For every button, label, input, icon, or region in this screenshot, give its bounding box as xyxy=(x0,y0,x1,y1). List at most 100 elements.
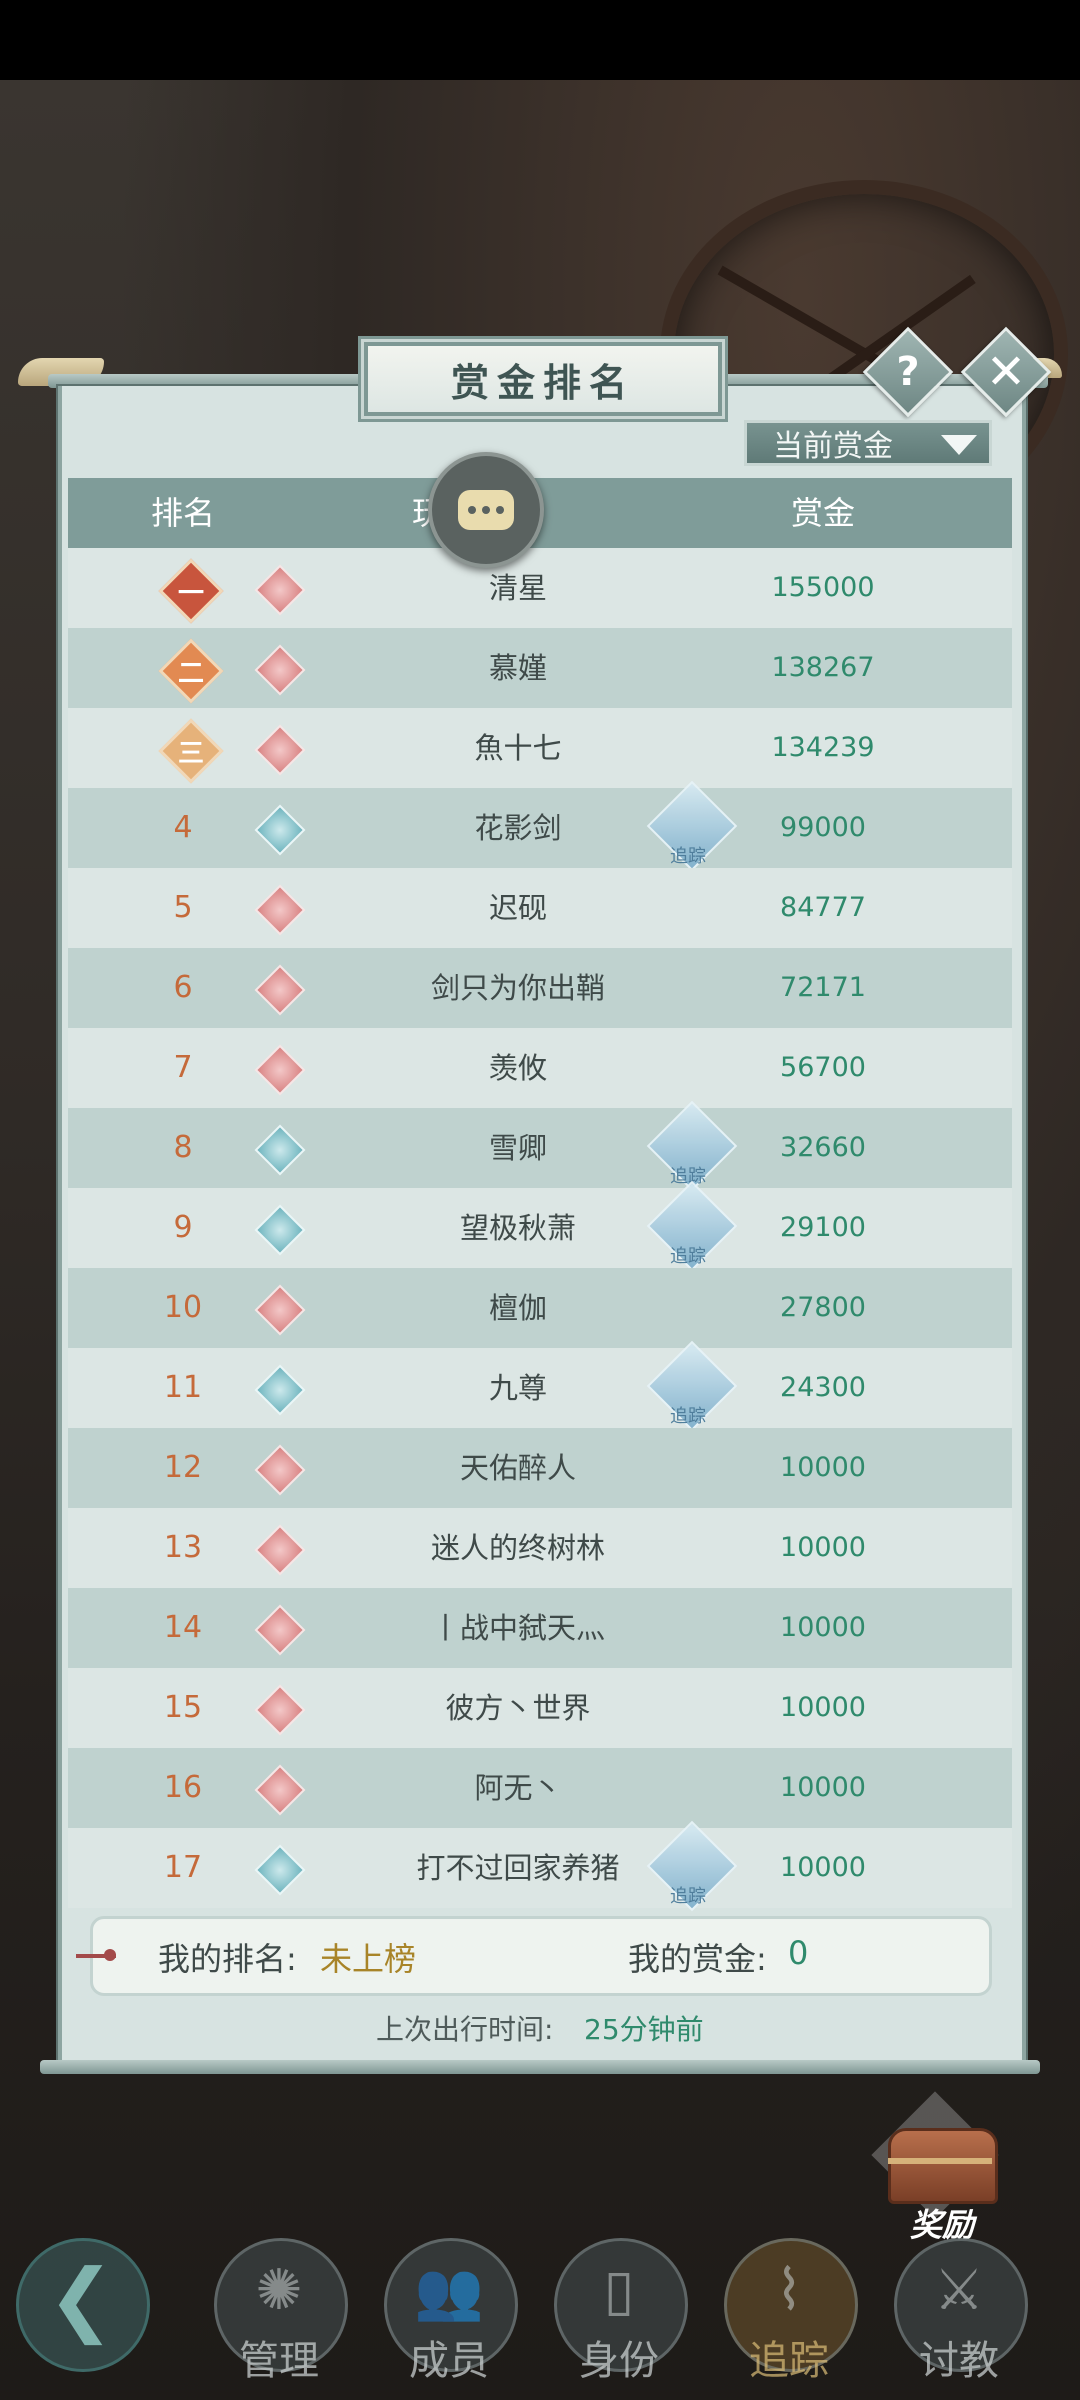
bounty-value: 27800 xyxy=(780,1292,866,1323)
bounty-value: 134239 xyxy=(771,732,875,763)
nav-teach-label: 讨教 xyxy=(919,2338,999,2384)
player-name: 魚十七 xyxy=(474,731,562,765)
my-rank-label: 我的排名: xyxy=(158,1940,297,1978)
nav-teach[interactable]: ⚔ 讨教 xyxy=(894,2230,1028,2400)
page-title: 赏金排名 xyxy=(450,359,635,405)
table-row[interactable]: 16 阿无丶 10000 xyxy=(68,1748,1012,1828)
bounty-value: 10000 xyxy=(780,1452,866,1483)
sort-dropdown[interactable]: 当前赏金 xyxy=(744,420,992,466)
chat-button[interactable] xyxy=(428,452,544,568)
my-bounty-label: 我的赏金: xyxy=(628,1940,767,1978)
back-arrow-icon: ❮ xyxy=(47,2252,115,2345)
rank-number: 15 xyxy=(163,1690,203,1725)
reward-button[interactable]: 奖励 xyxy=(871,2091,1000,2244)
faction-icon xyxy=(254,1444,306,1496)
rank-number: 14 xyxy=(163,1610,203,1645)
bounty-value: 99000 xyxy=(780,812,866,843)
back-button[interactable]: ❮ xyxy=(16,2230,150,2400)
table-row[interactable]: 一 清星 155000 xyxy=(68,548,1012,628)
table-row[interactable]: 15 彼方丶世界 10000 xyxy=(68,1668,1012,1748)
my-bounty-value: 0 xyxy=(788,1934,809,1972)
bounty-value: 29100 xyxy=(780,1212,866,1243)
bounty-value: 84777 xyxy=(780,892,866,923)
nav-members-label: 成员 xyxy=(409,2338,489,2384)
header-rank: 排名 xyxy=(150,494,215,532)
nav-identity[interactable]: ▯ 身份 xyxy=(554,2230,688,2400)
identity-card-icon: ▯ xyxy=(603,2258,635,2323)
chest-band xyxy=(888,2158,992,2164)
table-row[interactable]: 17 打不过回家养猪 追踪 10000 xyxy=(68,1820,1012,1912)
table-row[interactable]: 7 羡攸 56700 xyxy=(68,1028,1012,1108)
scroll-rod-bottom xyxy=(40,2060,1040,2074)
player-name: 天佑醉人 xyxy=(459,1451,576,1485)
rank-number: 16 xyxy=(163,1770,203,1805)
rank-number: 7 xyxy=(173,1050,193,1085)
faction-icon xyxy=(254,644,306,696)
crossed-swords-icon: ⚔ xyxy=(933,2258,985,2323)
last-outing-label: 上次出行时间: xyxy=(376,2013,554,2046)
manage-icon: ✺ xyxy=(255,2258,303,2323)
faction-icon xyxy=(254,1764,306,1816)
player-name: 剑只为你出鞘 xyxy=(430,971,605,1005)
bounty-value: 10000 xyxy=(780,1692,866,1723)
bounty-value: 138267 xyxy=(771,652,875,683)
bounty-value: 56700 xyxy=(780,1052,866,1083)
chat-icon xyxy=(458,490,514,530)
nav-identity-label: 身份 xyxy=(579,2338,659,2384)
sort-selected-label: 当前赏金 xyxy=(773,429,893,464)
rank-medal-third: 三 xyxy=(158,718,224,784)
table-row[interactable]: 6 剑只为你出鞘 72171 xyxy=(68,948,1012,1028)
bounty-value: 72171 xyxy=(780,972,866,1003)
nav-manage-label: 管理 xyxy=(239,2338,319,2384)
nav-track[interactable]: ⌇ 追踪 xyxy=(724,2230,858,2400)
player-name: 丨战中弑天灬 xyxy=(430,1611,605,1645)
player-name: 阿无丶 xyxy=(474,1771,562,1805)
player-name: 迟砚 xyxy=(488,891,547,925)
track-label: 追踪 xyxy=(670,1886,706,1907)
bottom-nav: ❮ ✺ 管理 👥 成员 ▯ 身份 ⌇ 追踪 ⚔ 讨教 xyxy=(0,2230,1080,2400)
faction-icon xyxy=(254,1524,306,1576)
last-outing-value: 25分钟前 xyxy=(584,2013,704,2046)
faction-icon xyxy=(254,1204,306,1256)
header-bounty: 赏金 xyxy=(790,494,855,532)
player-name: 檀伽 xyxy=(488,1291,547,1325)
question-icon: ? xyxy=(896,349,920,395)
table-row[interactable]: 二 慕嫤 138267 xyxy=(68,628,1012,708)
faction-icon xyxy=(254,1044,306,1096)
table-row[interactable]: 9 望极秋萧 追踪 29100 xyxy=(68,1180,1012,1272)
table-row[interactable]: 12 天佑醉人 10000 xyxy=(68,1428,1012,1508)
table-row[interactable]: 8 雪卿 追踪 32660 xyxy=(68,1100,1012,1192)
faction-icon xyxy=(254,1604,306,1656)
faction-icon xyxy=(254,1364,306,1416)
bounty-value: 10000 xyxy=(780,1532,866,1563)
bounty-value: 155000 xyxy=(771,572,875,603)
faction-icon xyxy=(254,564,306,616)
table-row[interactable]: 13 迷人的终树林 10000 xyxy=(68,1508,1012,1588)
table-row[interactable]: 11 九尊 追踪 24300 xyxy=(68,1340,1012,1432)
my-rank-value: 未上榜 xyxy=(320,1940,417,1978)
track-icon: ⌇ xyxy=(775,2258,803,2323)
faction-icon xyxy=(254,964,306,1016)
table-row[interactable]: 10 檀伽 27800 xyxy=(68,1268,1012,1348)
faction-icon xyxy=(254,1124,306,1176)
table-row[interactable]: 4 花影剑 追踪 99000 xyxy=(68,780,1012,872)
ranking-list: 一 清星 155000 二 慕嫤 138267 三 魚十七 134239 4 花… xyxy=(68,548,1012,1912)
bounty-value: 32660 xyxy=(780,1132,866,1163)
player-name: 慕嫤 xyxy=(488,651,547,685)
bounty-value: 10000 xyxy=(780,1772,866,1803)
nav-members[interactable]: 👥 成员 xyxy=(384,2230,518,2400)
player-name: 迷人的终树林 xyxy=(430,1531,605,1565)
table-row[interactable]: 5 迟砚 84777 xyxy=(68,868,1012,948)
table-row[interactable]: 14 丨战中弑天灬 10000 xyxy=(68,1588,1012,1668)
bounty-value: 10000 xyxy=(780,1852,866,1883)
rank-number: 13 xyxy=(163,1530,203,1565)
rank-number: 10 xyxy=(163,1290,203,1325)
nav-manage[interactable]: ✺ 管理 xyxy=(214,2230,348,2400)
title-plaque: 赏金排名 xyxy=(364,342,722,416)
table-row[interactable]: 三 魚十七 134239 xyxy=(68,708,1012,788)
rank-number: 6 xyxy=(173,970,193,1005)
player-name: 清星 xyxy=(488,571,547,605)
rank-number: 11 xyxy=(163,1370,203,1405)
faction-icon xyxy=(254,804,306,856)
track-label: 追踪 xyxy=(670,1246,706,1267)
